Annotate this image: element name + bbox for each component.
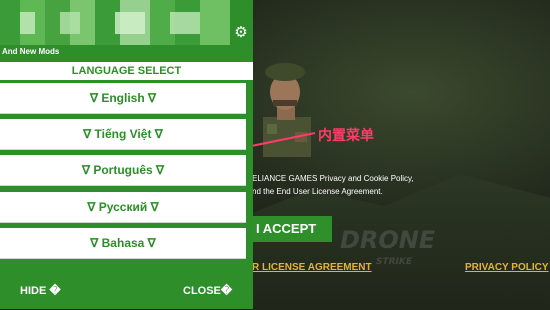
gear-icon[interactable]: ⚙: [233, 24, 249, 40]
language-option-bahasa[interactable]: ∇ Bahasa ∇: [0, 228, 246, 259]
panel-header: ⚙ And New Mods: [0, 0, 253, 62]
language-list[interactable]: ∇ English ∇ ∇ Tiếng Việt ∇ ∇ Português ∇…: [0, 80, 246, 265]
annotation-label: 内置菜单: [318, 128, 374, 144]
logo-title: DRONE: [340, 226, 436, 254]
language-select-title: LANGUAGE SELECT: [0, 62, 253, 80]
pixel-banner-overlay: [20, 12, 200, 34]
hide-button[interactable]: HIDE �: [20, 284, 61, 297]
language-option-portuguese[interactable]: ∇ Português ∇: [0, 155, 246, 186]
mod-menu-panel: ⚙ And New Mods LANGUAGE SELECT ∇ English…: [0, 0, 253, 309]
language-option-english[interactable]: ∇ English ∇: [0, 83, 246, 114]
language-list-scrollbar[interactable]: [246, 80, 253, 265]
privacy-policy-link[interactable]: PRIVACY POLICY: [465, 262, 549, 273]
menu-subtitle: And New Mods: [2, 47, 60, 56]
panel-footer: HIDE � CLOSE�: [0, 272, 253, 309]
language-option-vietnamese[interactable]: ∇ Tiếng Việt ∇: [0, 119, 246, 150]
language-option-russian[interactable]: ∇ Русский ∇: [0, 192, 246, 223]
policy-text: ELIANCE GAMES Privacy and Cookie Policy,…: [252, 172, 452, 198]
logo-subtitle: STRIKE: [376, 257, 413, 267]
eula-link[interactable]: R LICENSE AGREEMENT: [252, 262, 372, 273]
accept-button[interactable]: I ACCEPT: [252, 216, 332, 242]
policy-line-1: ELIANCE GAMES Privacy and Cookie Policy,: [252, 174, 414, 183]
close-button[interactable]: CLOSE�: [183, 284, 232, 297]
policy-line-2: nd the End User License Agreement.: [252, 187, 383, 196]
